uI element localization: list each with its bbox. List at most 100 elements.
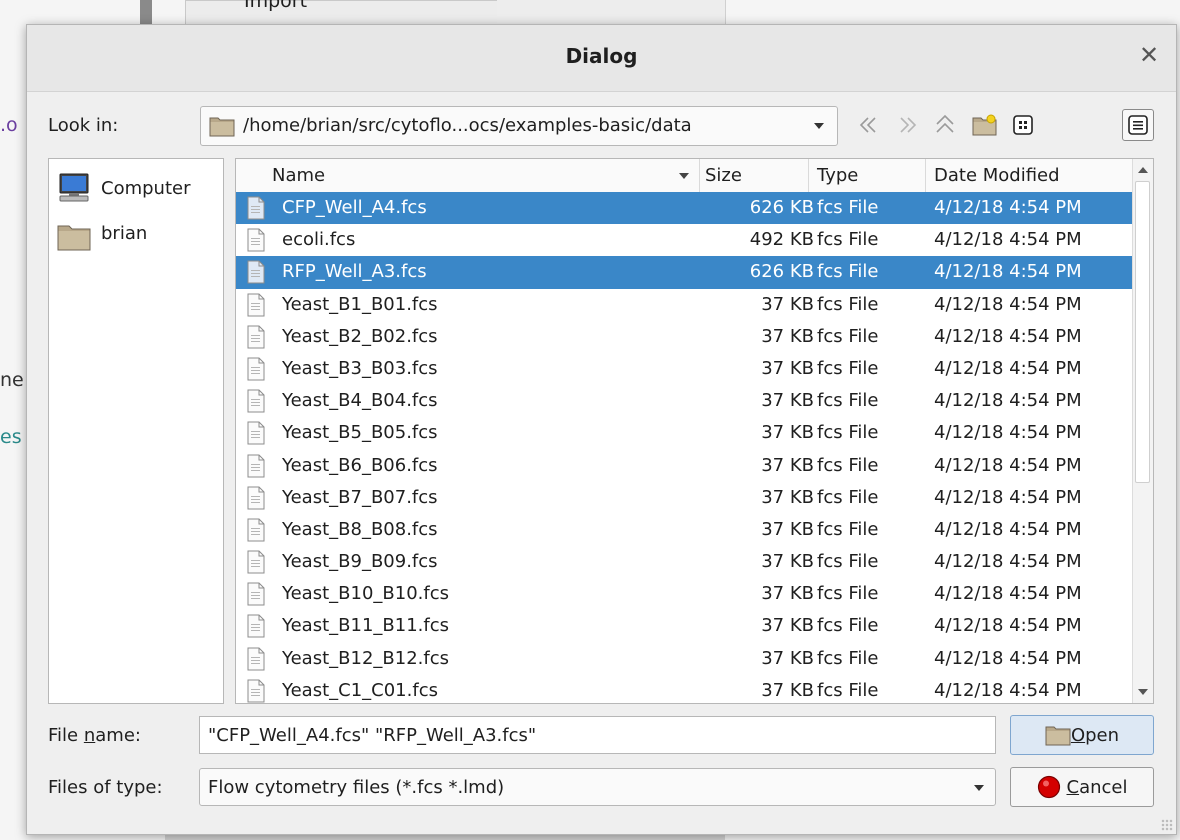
file-date-modified: 4/12/18 4:54 PM — [934, 583, 1082, 605]
column-header-date-modified[interactable]: Date Modified — [925, 159, 1132, 192]
parent-directory-icon[interactable] — [929, 109, 961, 141]
dialog-title: Dialog — [565, 44, 638, 68]
cancel-button-label: Cancel — [1066, 776, 1128, 798]
scroll-up-icon[interactable] — [1138, 167, 1148, 173]
file-size: 37 KB — [761, 293, 814, 315]
places-sidebar: Computer brian — [48, 158, 224, 704]
file-rows: CFP_Well_A4.fcs 626 KB fcs File 4/12/18 4:5… — [236, 192, 1132, 703]
file-row[interactable]: Yeast_C1_C01.fcs 37 KB fcs File 4/12/18 4:5… — [236, 675, 1132, 703]
file-type: fcs File — [817, 551, 879, 573]
file-size: 37 KB — [761, 390, 814, 412]
files-of-type-combo[interactable]: Flow cytometry files (*.fcs *.lmd) — [199, 768, 996, 806]
file-date-modified: 4/12/18 4:54 PM — [934, 615, 1082, 637]
file-icon — [247, 293, 265, 317]
vertical-scrollbar[interactable] — [1132, 159, 1153, 703]
background-menu-label: Import — [244, 0, 308, 12]
file-type: fcs File — [817, 454, 879, 476]
file-date-modified: 4/12/18 4:54 PM — [934, 197, 1082, 218]
file-icon — [247, 357, 265, 381]
new-folder-icon[interactable] — [969, 109, 1001, 141]
file-type: fcs File — [817, 679, 879, 701]
scrollbar-thumb[interactable] — [1135, 181, 1150, 483]
file-date-modified: 4/12/18 4:54 PM — [934, 325, 1082, 347]
background-panel-edge — [497, 0, 726, 24]
back-icon[interactable] — [853, 109, 885, 141]
stop-icon — [1037, 775, 1060, 799]
file-size: 37 KB — [761, 583, 814, 605]
file-row[interactable]: Yeast_B1_B01.fcs 37 KB fcs File 4/12/18 4:5… — [236, 289, 1132, 321]
file-icon — [247, 228, 265, 252]
file-icon — [247, 325, 265, 349]
file-type: fcs File — [817, 229, 879, 251]
file-row[interactable]: Yeast_B2_B02.fcs 37 KB fcs File 4/12/18 4:5… — [236, 321, 1132, 353]
file-row[interactable]: Yeast_B3_B03.fcs 37 KB fcs File 4/12/18 4:5… — [236, 353, 1132, 385]
file-row[interactable]: Yeast_B12_B12.fcs 37 KB fcs File 4/12/18 4:… — [236, 643, 1132, 675]
file-name: Yeast_B3_B03.fcs — [282, 357, 438, 379]
file-size: 37 KB — [761, 647, 814, 669]
file-icon — [247, 389, 265, 413]
file-list: Name Size Type Date Modified CFP_Well_A4… — [235, 158, 1154, 704]
file-date-modified: 4/12/18 4:54 PM — [934, 261, 1082, 283]
sidebar-item-computer[interactable]: Computer — [57, 170, 190, 206]
file-name: Yeast_B10_B10.fcs — [282, 583, 449, 605]
file-row[interactable]: Yeast_B5_B05.fcs 37 KB fcs File 4/12/18 4:5… — [236, 417, 1132, 449]
file-row[interactable]: Yeast_B6_B06.fcs 37 KB fcs File 4/12/18 4:5… — [236, 450, 1132, 482]
file-size: 37 KB — [761, 422, 814, 444]
title-bar[interactable]: Dialog ✕ — [27, 25, 1176, 92]
file-name: Yeast_B8_B08.fcs — [282, 518, 438, 540]
file-size: 37 KB — [761, 357, 814, 379]
file-icon — [247, 614, 265, 638]
look-in-combo[interactable]: /home/brian/src/cytoflo...ocs/examples-b… — [200, 106, 838, 146]
file-type: fcs File — [817, 390, 879, 412]
file-name: Yeast_B1_B01.fcs — [282, 293, 438, 315]
file-name-input[interactable] — [199, 716, 996, 754]
file-type: fcs File — [817, 422, 879, 444]
cancel-button[interactable]: Cancel — [1010, 767, 1154, 807]
file-name: Yeast_C1_C01.fcs — [282, 679, 438, 701]
file-icon — [247, 260, 265, 284]
open-button[interactable]: Open — [1010, 715, 1154, 755]
file-row[interactable]: Yeast_B10_B10.fcs 37 KB fcs File 4/12/18 4:… — [236, 578, 1132, 610]
scroll-down-icon[interactable] — [1138, 689, 1148, 695]
file-row[interactable]: Yeast_B11_B11.fcs 37 KB fcs File 4/12/18 4:… — [236, 610, 1132, 642]
column-header-size[interactable]: Size — [699, 159, 809, 192]
file-name: Yeast_B7_B07.fcs — [282, 486, 438, 508]
file-row[interactable]: Yeast_B4_B04.fcs 37 KB fcs File 4/12/18 4:5… — [236, 385, 1132, 417]
list-view-icon[interactable] — [1122, 109, 1154, 141]
files-of-type-value: Flow cytometry files (*.fcs *.lmd) — [208, 777, 505, 798]
file-list-header: Name Size Type Date Modified — [236, 159, 1132, 192]
sidebar-item-label: Computer — [101, 177, 191, 199]
file-icon — [247, 454, 265, 477]
file-row[interactable]: CFP_Well_A4.fcs 626 KB fcs File 4/12/18 4:5… — [236, 192, 1132, 225]
file-name: Yeast_B12_B12.fcs — [282, 647, 449, 669]
sidebar-item-brian[interactable]: brian — [57, 219, 147, 255]
file-row[interactable]: ecoli.fcs 492 KB fcs File 4/12/18 4:54 PM — [236, 224, 1132, 256]
folder-icon — [1045, 726, 1071, 746]
detail-view-icon[interactable] — [1007, 109, 1039, 141]
file-row[interactable]: Yeast_B7_B07.fcs 37 KB fcs File 4/12/18 4:5… — [236, 482, 1132, 514]
background-text-fragment: ne — [0, 369, 24, 391]
file-type: fcs File — [817, 261, 879, 283]
chevron-down-icon[interactable] — [814, 123, 824, 129]
close-icon[interactable]: ✕ — [1136, 42, 1162, 68]
forward-icon[interactable] — [891, 109, 923, 141]
chevron-down-icon[interactable] — [974, 785, 984, 791]
file-type: fcs File — [817, 357, 879, 379]
file-size: 492 KB — [749, 229, 814, 251]
file-type: fcs File — [817, 325, 879, 347]
look-in-label: Look in: — [48, 115, 119, 136]
column-header-type[interactable]: Type — [808, 159, 926, 192]
file-icon — [247, 518, 265, 542]
file-date-modified: 4/12/18 4:54 PM — [934, 486, 1082, 508]
column-header-name[interactable]: Name — [236, 159, 700, 192]
file-date-modified: 4/12/18 4:54 PM — [934, 357, 1082, 379]
file-row[interactable]: Yeast_B9_B09.fcs 37 KB fcs File 4/12/18 4:5… — [236, 546, 1132, 578]
background-scrollbar — [140, 0, 152, 24]
file-name-label: File name: — [48, 725, 141, 746]
background-text-fragment: .o — [0, 114, 18, 136]
file-size: 37 KB — [761, 551, 814, 573]
file-name: Yeast_B5_B05.fcs — [282, 422, 438, 444]
resize-grip[interactable] — [1161, 819, 1173, 831]
file-row[interactable]: Yeast_B8_B08.fcs 37 KB fcs File 4/12/18 4:5… — [236, 514, 1132, 546]
file-row[interactable]: RFP_Well_A3.fcs 626 KB fcs File 4/12/18 4:5… — [236, 256, 1132, 289]
